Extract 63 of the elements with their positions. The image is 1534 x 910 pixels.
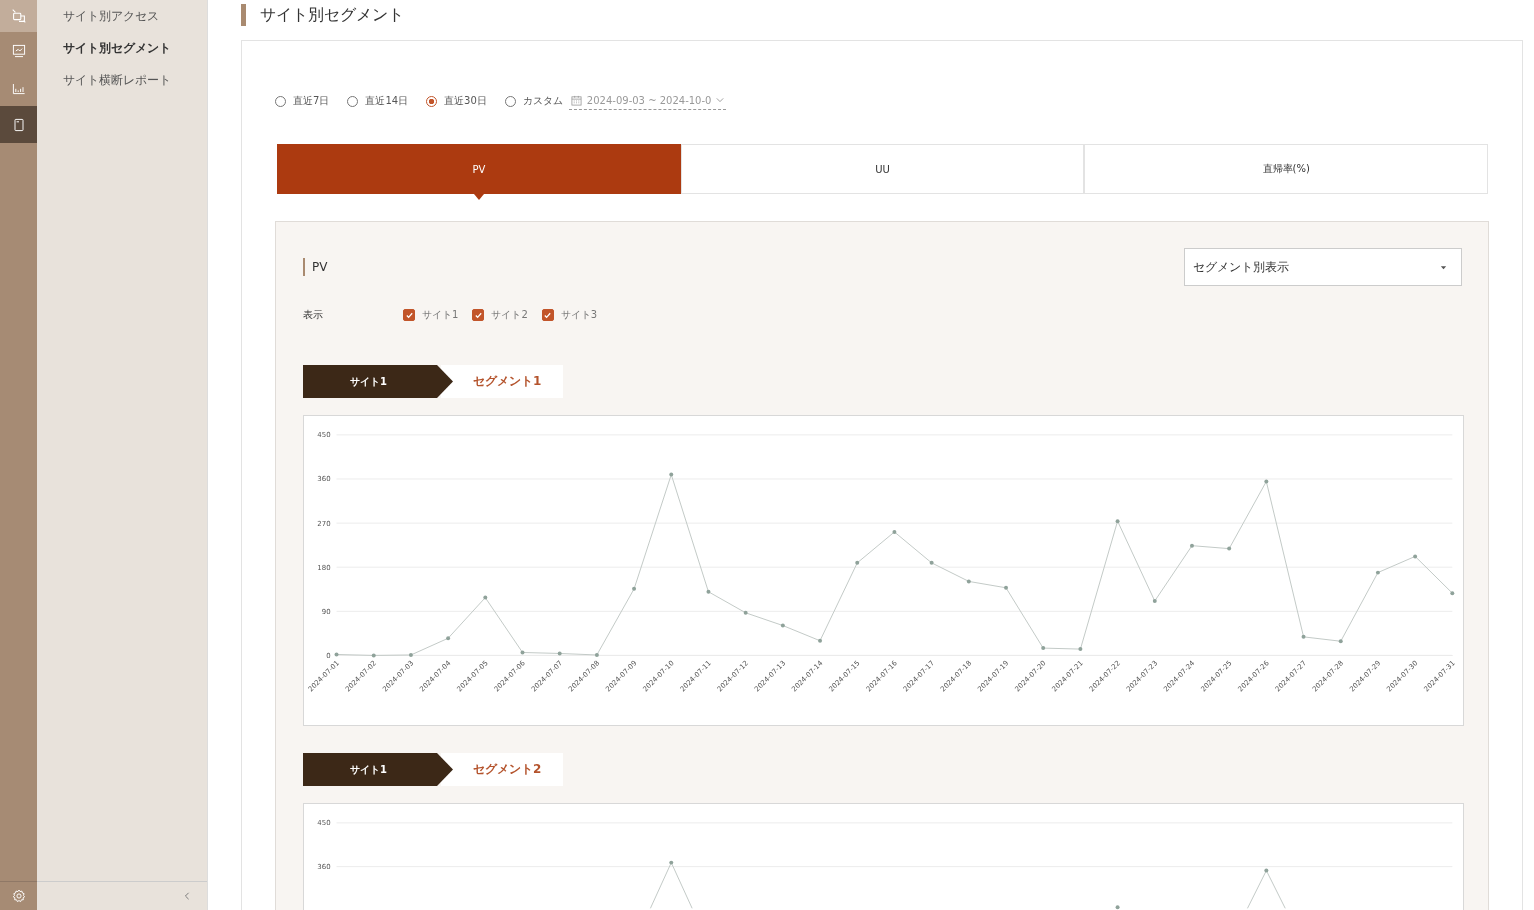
tab-pointer-icon: [473, 194, 484, 200]
rail-button[interactable]: [0, 106, 37, 143]
data-point: [1004, 585, 1008, 590]
data-point: [855, 560, 860, 565]
data-point: [334, 652, 339, 657]
settings-icon[interactable]: [10, 888, 27, 904]
data-point: [1078, 647, 1083, 652]
data-point: [892, 529, 897, 534]
data-point: [1450, 591, 1455, 596]
data-point: [1190, 543, 1194, 548]
period-radio[interactable]: 直近7日: [275, 94, 330, 108]
period-radio[interactable]: 直近14日: [347, 94, 409, 108]
metric-tab[interactable]: UU: [680, 144, 1085, 194]
data-point: [818, 638, 823, 643]
checkmark-icon: [473, 310, 483, 320]
data-point: [780, 623, 785, 628]
data-point: [1338, 639, 1343, 644]
data-point: [1413, 554, 1418, 559]
data-point: [408, 652, 413, 657]
nav-item[interactable]: サイト横断レポート: [37, 73, 207, 105]
metric-tab[interactable]: PV: [277, 144, 681, 194]
collapse-chevron-icon[interactable]: [183, 892, 191, 900]
data-point: [1301, 634, 1306, 639]
site-checkbox[interactable]: サイト3: [541, 308, 598, 322]
data-point: [1375, 570, 1380, 575]
period-radio[interactable]: 直近30日: [426, 94, 487, 108]
checkmark-icon: [404, 310, 414, 320]
site-tag: サイト1: [303, 365, 453, 398]
dropdown-caret-icon: [1440, 263, 1447, 271]
segment-tag: セグメント1: [441, 365, 564, 398]
site-checkbox[interactable]: サイト1: [403, 308, 459, 322]
display-label: 表示: [303, 308, 324, 322]
data-point: [1264, 479, 1269, 484]
calendar-icon: [570, 94, 582, 106]
view-select[interactable]: セグメント別表示: [1184, 248, 1462, 286]
data-point: [371, 653, 376, 658]
panel-title: PV: [303, 258, 328, 276]
data-point: [446, 636, 451, 641]
site-tag: サイト1: [303, 753, 453, 786]
checkmark-icon: [543, 310, 553, 320]
nav-item[interactable]: サイト別アクセス: [37, 9, 207, 41]
data-point: [1227, 546, 1232, 551]
chevron-down-icon: [716, 96, 725, 104]
data-point: [632, 586, 637, 591]
data-point: [557, 651, 562, 656]
data-point: [1152, 599, 1157, 604]
data-point: [966, 579, 971, 584]
data-point: [706, 589, 711, 594]
segment-tag: セグメント2: [441, 753, 564, 786]
data-point: [594, 652, 599, 657]
site-checkbox[interactable]: サイト2: [472, 308, 528, 322]
data-point: [1041, 646, 1046, 651]
data-point: [520, 650, 525, 655]
data-point: [929, 560, 934, 565]
monitor-chart-icon: [10, 42, 27, 59]
data-point: [1115, 519, 1120, 524]
data-point: [669, 472, 674, 477]
metric-tab[interactable]: 直帰率(%): [1084, 144, 1488, 194]
period-radio[interactable]: カスタム: [504, 94, 563, 108]
data-point: [743, 610, 748, 615]
page-title: サイト別セグメント: [241, 4, 404, 26]
data-point: [483, 595, 488, 600]
nav-item[interactable]: サイト別セグメント: [37, 41, 207, 73]
